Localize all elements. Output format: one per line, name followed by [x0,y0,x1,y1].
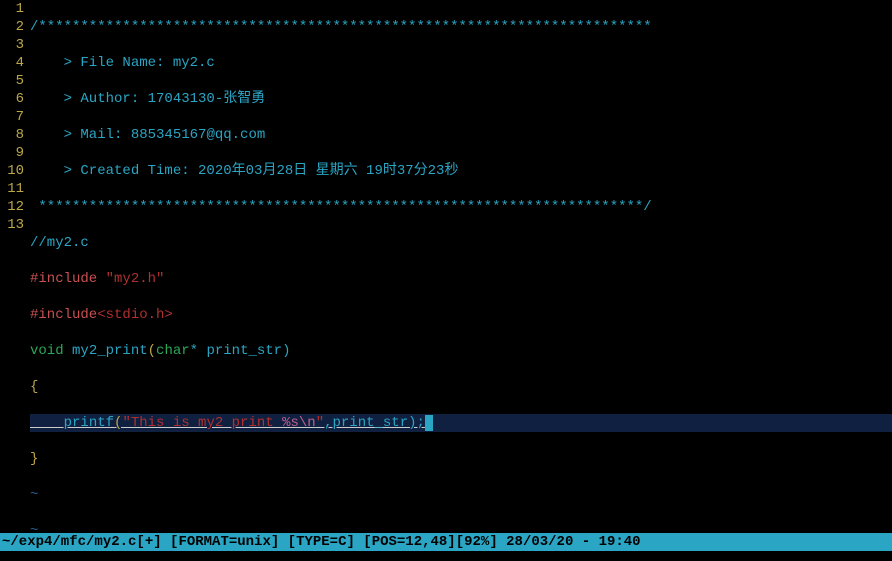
indent [30,415,64,431]
comment-text: > File Name: [30,55,173,71]
escape-seq: %s\n [282,415,316,431]
status-type: [TYPE=C] [288,534,355,550]
paren-open: ( [148,343,156,359]
line-number: 10 [0,162,24,180]
code-line[interactable]: > Mail: 885345167@qq.com [30,126,892,144]
status-path: ~/exp4/mfc/my2.c [2,534,136,550]
cursor [425,415,433,431]
code-line[interactable]: { [30,378,892,396]
current-line[interactable]: printf("This is my2 print %s\n",print_st… [30,414,892,432]
line-number: 9 [0,144,24,162]
param-decl: * print_str) [190,343,291,359]
status-format: [FORMAT=unix] [170,534,279,550]
string-literal: " [316,415,324,431]
created-time: 2020年03月28日 星期六 19时37分23秒 [198,163,458,179]
code-line[interactable]: void my2_print(char* print_str) [30,342,892,360]
line-number: 5 [0,72,24,90]
brace-open: { [30,379,38,395]
line-number: 13 [0,216,24,234]
function-name: my2_print [72,343,148,359]
status-modified: [+] [136,534,161,550]
code-area[interactable]: 1 2 3 4 5 6 7 8 9 10 11 12 13 /*********… [0,0,892,561]
code-line[interactable]: /***************************************… [30,18,892,36]
code-line[interactable]: #include "my2.h" [30,270,892,288]
line-number-gutter: 1 2 3 4 5 6 7 8 9 10 11 12 13 [0,0,30,561]
preproc-include: #include [30,307,97,323]
author-name: 17043130-张智勇 [148,91,266,107]
line-number: 11 [0,180,24,198]
brace-close: } [30,451,38,467]
line-number: 7 [0,108,24,126]
code-line[interactable]: #include<stdio.h> [30,306,892,324]
code-line[interactable]: } [30,450,892,468]
comment-text: //my2.c [30,235,89,251]
status-sep: - [573,534,598,550]
line-number: 8 [0,126,24,144]
code-line[interactable]: > Created Time: 2020年03月28日 星期六 19时37分23… [30,162,892,180]
comment-text: ****************************************… [30,199,652,215]
string-literal: "This is my2 print [122,415,282,431]
status-time: 19:40 [599,534,641,550]
comment-text: > Mail: [30,127,131,143]
vim-editor[interactable]: 1 2 3 4 5 6 7 8 9 10 11 12 13 /*********… [0,0,892,561]
file-name: my2.c [173,55,215,71]
comment-text: > Created Time: [30,163,198,179]
status-pos: [POS=12,48] [363,534,455,550]
status-date: 28/03/20 [506,534,573,550]
line-number: 12 [0,198,24,216]
line-number: 1 [0,0,24,18]
code-line[interactable]: > File Name: my2.c [30,54,892,72]
status-pct: [92%] [456,534,498,550]
status-bar: ~/exp4/mfc/my2.c[+] [FORMAT=unix] [TYPE=… [0,533,892,551]
call-args: ,print_str); [324,415,425,431]
include-header: "my2.h" [106,271,165,287]
preproc-include: #include [30,271,106,287]
code-content[interactable]: /***************************************… [30,0,892,561]
comment-text: /***************************************… [30,19,652,35]
line-number: 4 [0,54,24,72]
code-line[interactable]: //my2.c [30,234,892,252]
include-header: <stdio.h> [97,307,173,323]
type-void: void [30,343,72,359]
line-number: 6 [0,90,24,108]
call-printf: printf [64,415,114,431]
line-number: 2 [0,18,24,36]
comment-text: > Author: [30,91,148,107]
mail-address: 885345167@qq.com [131,127,265,143]
code-line[interactable]: > Author: 17043130-张智勇 [30,90,892,108]
type-char: char [156,343,190,359]
line-number: 3 [0,36,24,54]
code-line[interactable]: ****************************************… [30,198,892,216]
empty-line-marker: ~ [30,486,892,504]
